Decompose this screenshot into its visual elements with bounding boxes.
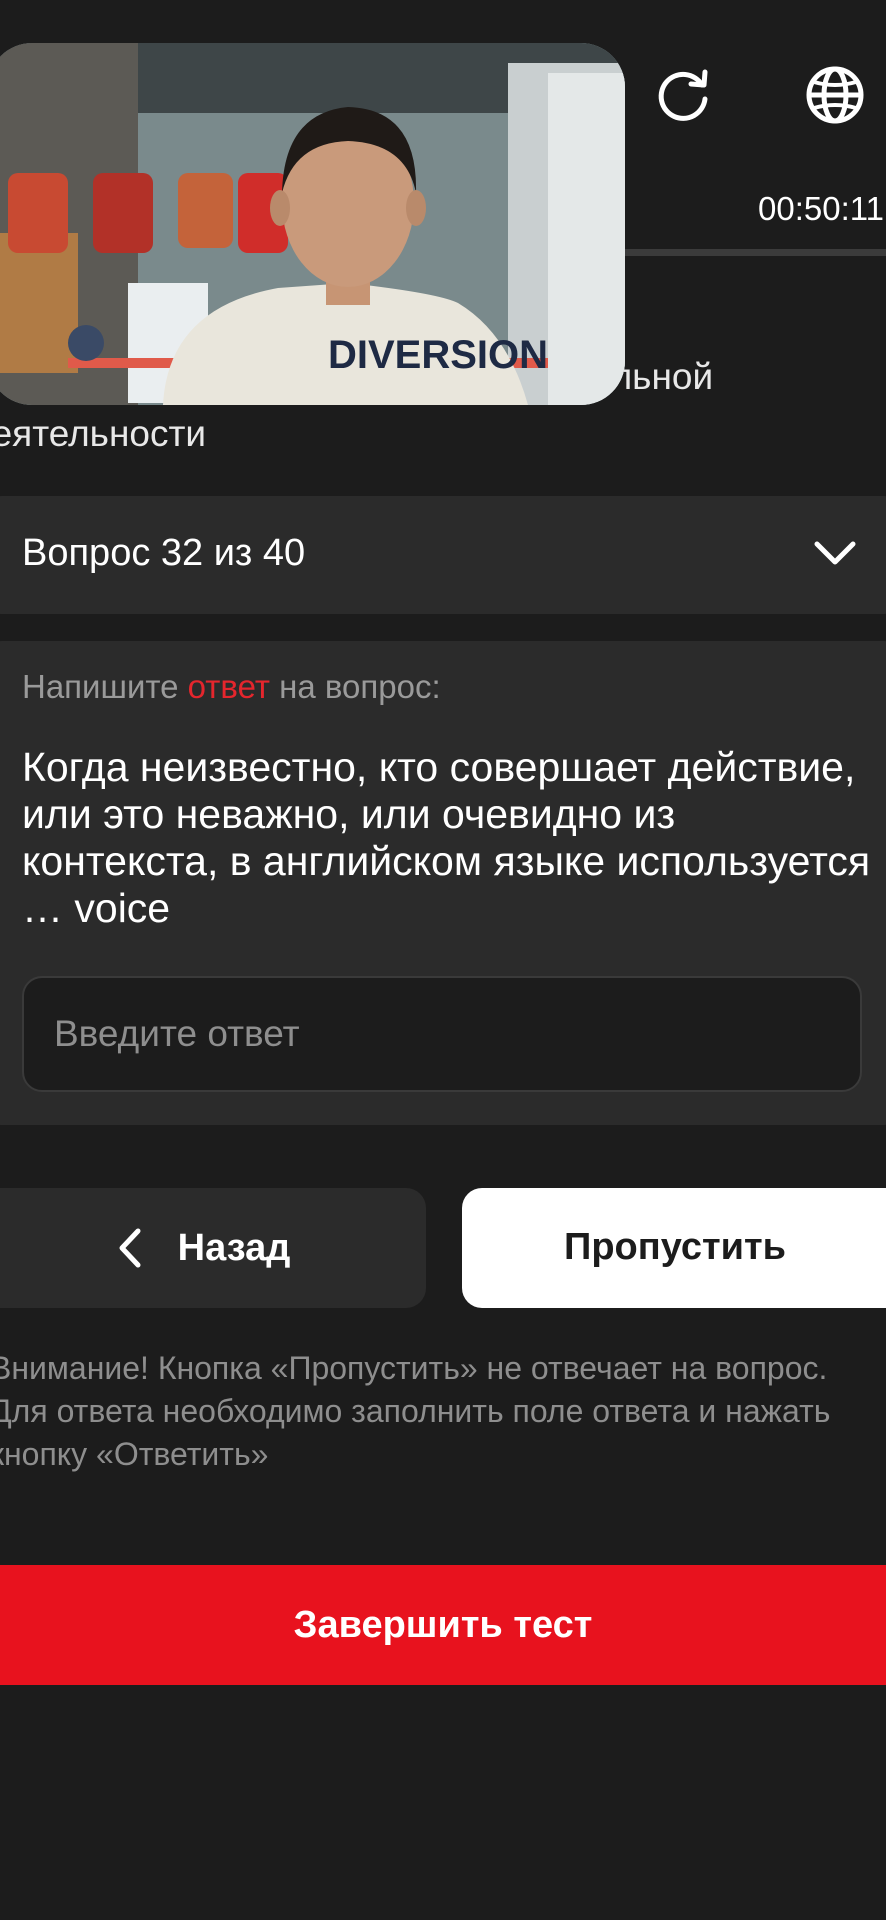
question-selector[interactable]: Вопрос 32 из 40 <box>0 496 886 614</box>
language-button[interactable] <box>802 62 868 128</box>
video-preview[interactable]: DIVERSION <box>0 43 625 405</box>
question-prompt: Напишите ответ на вопрос: <box>22 668 441 705</box>
globe-icon <box>806 66 864 124</box>
back-button[interactable]: Назад <box>0 1188 426 1308</box>
question-counter: Вопрос 32 из 40 <box>22 532 306 574</box>
test-timer: 00:50:11 <box>758 190 885 227</box>
finish-test-button[interactable]: Завершить тест <box>0 1565 886 1685</box>
skip-button[interactable]: Пропустить <box>462 1188 886 1308</box>
reload-icon <box>658 69 708 121</box>
skip-notice: Внимание! Кнопка «Пропустить» не отвечае… <box>0 1350 831 1472</box>
skip-button-label: Пропустить <box>564 1226 786 1268</box>
video-frame-image: DIVERSION <box>0 43 625 405</box>
finish-test-label: Завершить тест <box>293 1603 593 1646</box>
question-text: Когда неизвестно, кто совершает действие… <box>22 744 871 931</box>
answer-input[interactable] <box>22 976 862 1092</box>
back-button-label: Назад <box>177 1226 291 1269</box>
chevron-down-icon <box>814 541 856 565</box>
shirt-text: DIVERSION <box>328 333 548 377</box>
reload-button[interactable] <box>652 62 718 128</box>
chevron-left-icon <box>119 1228 141 1268</box>
